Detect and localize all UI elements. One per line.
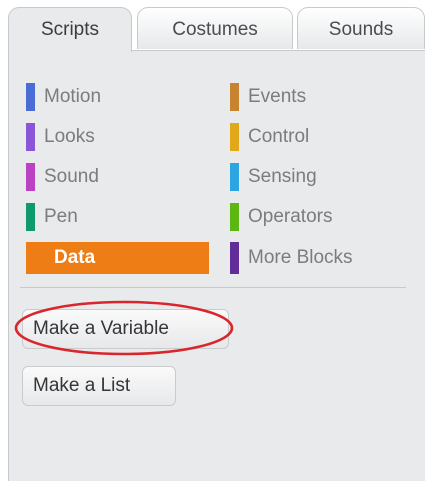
- category-color-swatch: [26, 242, 35, 274]
- category-label: Control: [248, 126, 310, 147]
- category-label: Pen: [44, 206, 78, 227]
- category-control[interactable]: Control: [230, 123, 309, 151]
- category-data[interactable]: Data: [26, 242, 209, 274]
- category-color-swatch: [230, 242, 239, 274]
- tab-sounds[interactable]: Sounds: [297, 7, 425, 49]
- category-color-swatch: [26, 83, 35, 111]
- category-label: Data: [54, 247, 96, 268]
- blocks-palette-window: Scripts Costumes Sounds Motion Looks Sou…: [0, 0, 425, 481]
- tab-costumes[interactable]: Costumes: [137, 7, 293, 49]
- category-label: Sensing: [248, 166, 317, 187]
- category-color-swatch: [26, 203, 35, 231]
- category-color-swatch: [26, 163, 35, 191]
- make-list-button[interactable]: Make a List: [22, 366, 176, 406]
- category-events[interactable]: Events: [230, 83, 306, 111]
- category-motion[interactable]: Motion: [26, 83, 101, 111]
- category-label: Events: [248, 86, 307, 107]
- category-operators[interactable]: Operators: [230, 203, 332, 231]
- category-sensing[interactable]: Sensing: [230, 163, 317, 191]
- category-label: Motion: [44, 86, 102, 107]
- category-label: Operators: [248, 206, 333, 227]
- category-color-swatch: [230, 163, 239, 191]
- make-variable-button[interactable]: Make a Variable: [22, 309, 229, 349]
- category-color-swatch: [230, 123, 239, 151]
- category-label: More Blocks: [248, 247, 353, 268]
- category-label: Looks: [44, 126, 95, 147]
- scripts-panel: Motion Looks Sound Pen Data Events Contr…: [8, 50, 425, 481]
- tab-scripts[interactable]: Scripts: [8, 7, 132, 52]
- category-color-swatch: [26, 123, 35, 151]
- category-label: Sound: [44, 166, 99, 187]
- category-looks[interactable]: Looks: [26, 123, 95, 151]
- category-more-blocks[interactable]: More Blocks: [230, 242, 353, 274]
- category-color-swatch: [230, 83, 239, 111]
- category-pen[interactable]: Pen: [26, 203, 78, 231]
- palette-divider: [20, 287, 406, 288]
- category-sound[interactable]: Sound: [26, 163, 99, 191]
- category-color-swatch: [230, 203, 239, 231]
